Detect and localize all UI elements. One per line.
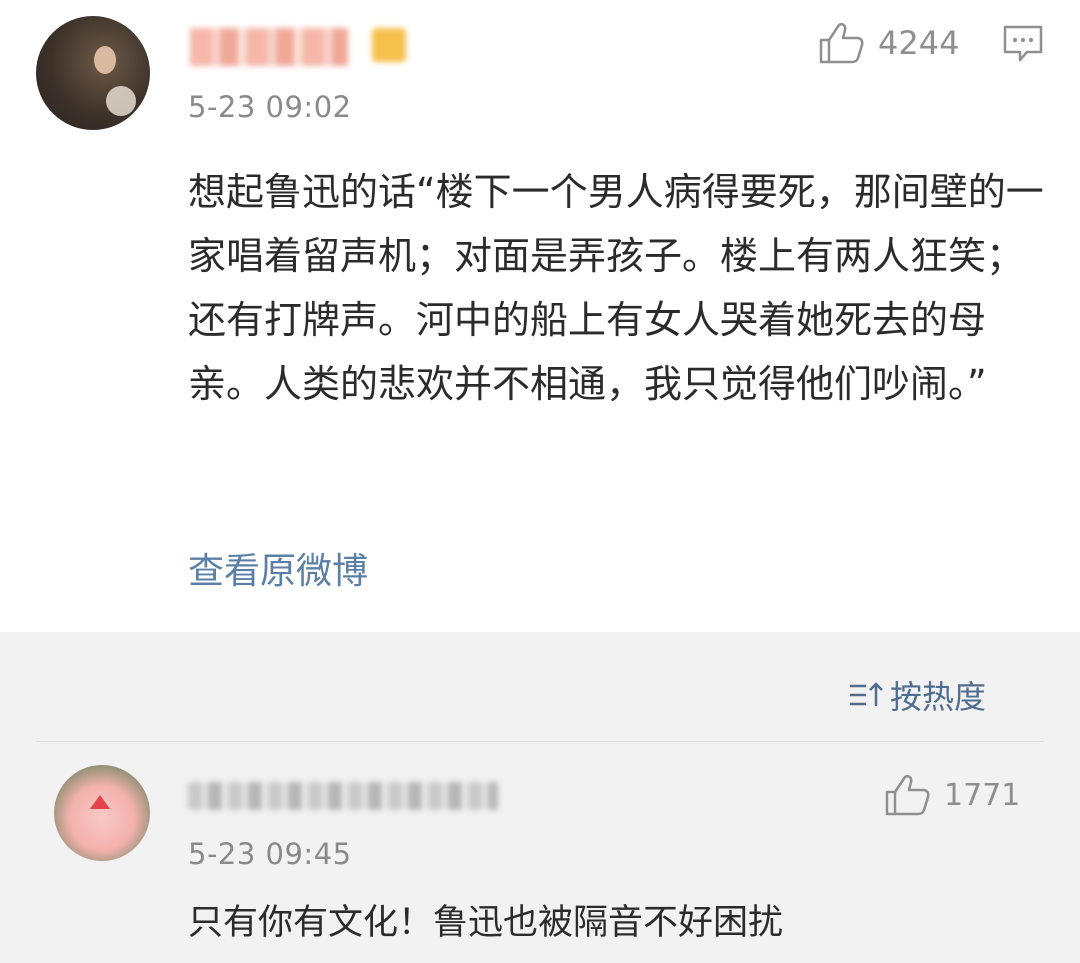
post-author-badge-blurred (372, 28, 406, 62)
comment-like-button[interactable]: 1771 (884, 774, 1020, 816)
view-original-link[interactable]: 查看原微博 (188, 542, 368, 594)
comment-icon (1003, 25, 1043, 62)
post-comment-button[interactable] (1002, 24, 1044, 68)
comments-section: 按热度 5-23 09:45 1771 只有你有文化！鲁迅也被隔音不好困扰 (0, 632, 1080, 963)
sort-icon (849, 682, 883, 706)
post-time: 5-23 09:02 (188, 90, 352, 124)
comments-divider (36, 741, 1044, 742)
sort-by-hot-button[interactable]: 按热度 (848, 672, 986, 718)
post-card: 5-23 09:02 4244 想起鲁迅的话“楼下一个男人病得要死，那间壁的一家… (0, 0, 1080, 632)
avatar-highlight (106, 86, 136, 116)
thumbs-up-icon (885, 774, 930, 816)
avatar-face (94, 46, 116, 74)
post-author-avatar[interactable] (36, 16, 150, 130)
comment-text: 只有你有文化！鲁迅也被隔音不好困扰 (188, 903, 784, 943)
comment-author-name-blurred[interactable] (188, 782, 498, 810)
post-like-count: 4244 (878, 24, 960, 62)
post-body-text: 想起鲁迅的话“楼下一个男人病得要死，那间壁的一家唱着留声机；对面是弄孩子。楼上有… (188, 170, 1044, 406)
post-like-button[interactable]: 4244 (818, 22, 959, 64)
sort-label: 按热度 (889, 678, 986, 716)
thumbs-up-icon (819, 22, 864, 64)
comment-time: 5-23 09:45 (188, 837, 352, 871)
comment-like-count: 1771 (944, 777, 1021, 813)
comment-author-avatar[interactable] (54, 765, 150, 861)
avatar-mark (90, 795, 110, 809)
post-author-name-blurred[interactable] (190, 28, 348, 66)
